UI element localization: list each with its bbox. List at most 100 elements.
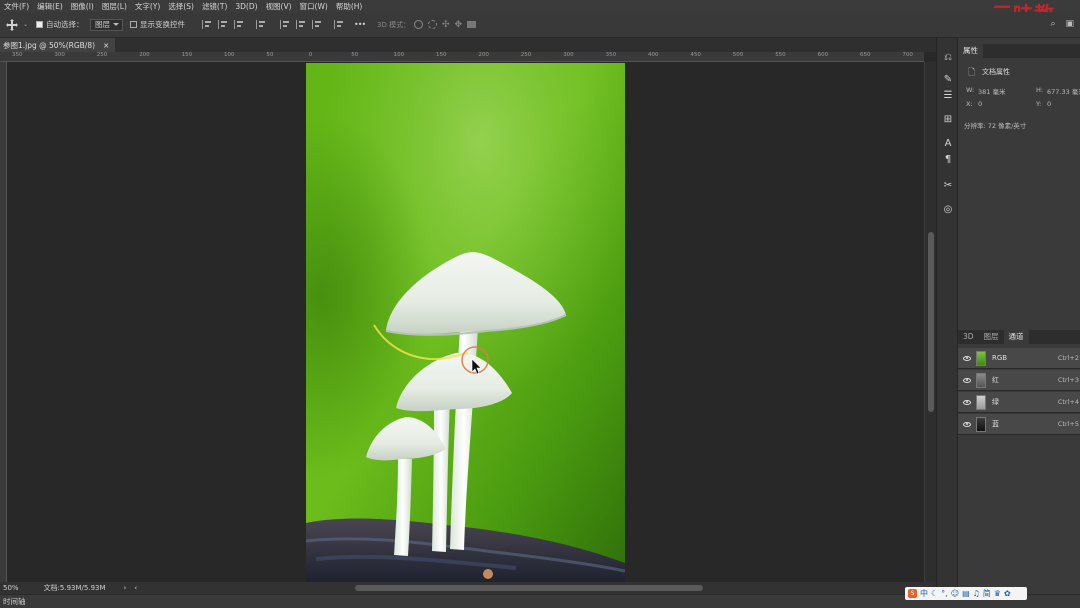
tab-channels[interactable]: 通道 (1003, 330, 1029, 344)
ruler-tick-label: 200 (478, 52, 489, 58)
ruler-tick-label: 600 (817, 52, 829, 58)
ruler-tick-label: 550 (775, 52, 786, 58)
width-value[interactable]: 381 毫米 (978, 86, 1005, 96)
visibility-eye-icon[interactable] (963, 355, 971, 361)
document-image[interactable] (306, 63, 625, 582)
clone-source-icon[interactable]: ⊞ (942, 114, 954, 126)
3d-pan-icon[interactable]: ✣ (442, 20, 450, 30)
channel-shortcut: Ctrl+2 (1057, 354, 1079, 362)
more-options-button[interactable]: ••• (354, 18, 366, 31)
tab-properties[interactable]: 属性 (958, 44, 983, 58)
brush-icon[interactable]: ✎ (942, 74, 954, 86)
workspace-icon[interactable]: ▣ (1065, 19, 1074, 29)
adjustments-icon[interactable]: ☰ (942, 90, 954, 102)
channel-row-red[interactable]: 红 Ctrl+3 (958, 370, 1080, 391)
scroll-left-icon[interactable]: ‹ (134, 584, 137, 592)
distribute-h-icon[interactable] (256, 20, 266, 29)
menu-window[interactable]: 窗口(W) (296, 1, 332, 12)
channel-row-green[interactable]: 绿 Ctrl+4 (958, 392, 1080, 413)
history-icon[interactable]: ⎌ (942, 52, 954, 64)
document-tab-title: 参图1.jpg @ 50%(RGB/8) (3, 40, 96, 50)
x-value[interactable]: 0 (978, 100, 982, 108)
close-tab-icon[interactable]: × (103, 41, 109, 50)
tools-icon[interactable]: ✂ (942, 180, 954, 192)
menu-file[interactable]: 文件(F) (0, 1, 33, 12)
align-right-icon[interactable] (234, 20, 244, 29)
height-value[interactable]: 677.33 毫米 (1047, 86, 1080, 96)
ime-skin-icon[interactable]: ♛ (994, 589, 1001, 598)
vertical-scrollbar[interactable] (924, 62, 936, 582)
3d-roll-icon[interactable] (428, 20, 437, 29)
menu-filter[interactable]: 滤镜(T) (198, 1, 231, 12)
menu-help[interactable]: 帮助(H) (332, 1, 367, 12)
menu-layer[interactable]: 图层(L) (98, 1, 131, 12)
tab-3d[interactable]: 3D (958, 330, 979, 344)
ime-mode[interactable]: 中 (920, 588, 928, 599)
align-left-icon[interactable] (202, 20, 212, 29)
panel-icon-strip: ⎌ ✎ ☰ ⊞ A ¶ ✂ ◎ (936, 38, 958, 594)
document-tab[interactable]: 参图1.jpg @ 50%(RGB/8) × (0, 38, 116, 52)
3d-panel-icon[interactable]: ◎ (942, 204, 954, 216)
visibility-eye-icon[interactable] (963, 421, 971, 427)
menu-view[interactable]: 视图(V) (262, 1, 296, 12)
auto-select-dropdown[interactable]: 图层 (90, 18, 123, 31)
show-transform-toggle[interactable]: 显示变换控件 (130, 18, 185, 31)
ruler-tick-label: 300 (54, 52, 65, 58)
ime-moon-icon[interactable]: ☾ (931, 589, 938, 598)
ime-smile-icon[interactable]: ☺ (951, 589, 959, 598)
show-transform-checkbox[interactable] (130, 21, 137, 28)
visibility-eye-icon[interactable] (963, 377, 971, 383)
zoom-level[interactable]: 50% (3, 584, 19, 592)
move-tool-icon[interactable]: ⌄ (6, 18, 28, 31)
menu-image[interactable]: 图像(I) (67, 1, 98, 12)
ime-voice-icon[interactable]: ♫ (973, 589, 980, 598)
align-vcenter-icon[interactable] (296, 20, 306, 29)
3d-camera-icon[interactable] (467, 21, 477, 28)
align-bottom-icon[interactable] (312, 20, 322, 29)
ruler-tick-label: 50 (351, 52, 359, 58)
character-icon[interactable]: A (942, 138, 954, 150)
menu-3d[interactable]: 3D(D) (231, 2, 261, 11)
ruler-tick-label: 100 (224, 52, 235, 58)
channel-shortcut: Ctrl+4 (1057, 398, 1079, 406)
visibility-eye-icon[interactable] (963, 399, 971, 405)
3d-slide-icon[interactable]: ✥ (455, 20, 463, 30)
ime-toolbar[interactable]: S 中 ☾ °, ☺ ▤ ♫ 简 ♛ ✿ (905, 587, 1027, 600)
3d-mode-tools: ✣ ✥ (414, 18, 477, 31)
horizontal-scroll-thumb[interactable] (355, 585, 703, 591)
distribute-v-icon[interactable] (334, 20, 344, 29)
ruler-tick-label: 350 (605, 52, 617, 58)
menu-select[interactable]: 选择(S) (164, 1, 198, 12)
auto-select-checkbox[interactable] (36, 21, 43, 28)
3d-orbit-icon[interactable] (414, 20, 423, 29)
status-arrow-icon[interactable]: › (124, 584, 127, 592)
channel-name: 红 (992, 376, 999, 384)
resolution-text: 分辨率: 72 像素/英寸 (964, 122, 1027, 130)
channel-name: 绿 (992, 398, 999, 406)
menu-type[interactable]: 文字(Y) (131, 1, 164, 12)
ime-settings-icon[interactable]: ✿ (1004, 589, 1011, 598)
vertical-ruler (0, 62, 7, 582)
ruler-tick-label: 150 (181, 52, 193, 58)
align-hcenter-icon[interactable] (218, 20, 228, 29)
tab-layers[interactable]: 图层 (979, 330, 1004, 344)
channels-empty-area (958, 436, 1080, 594)
channel-row-blue[interactable]: 蓝 Ctrl+5 (958, 414, 1080, 435)
ruler-tick-label: 400 (648, 52, 659, 58)
align-top-icon[interactable] (280, 20, 290, 29)
paragraph-icon[interactable]: ¶ (942, 154, 954, 166)
ime-keyboard-icon[interactable]: ▤ (962, 589, 970, 598)
vertical-scroll-thumb[interactable] (928, 232, 934, 412)
status-bar: 50% 文档:5.93M/5.93M › ‹ (0, 582, 936, 594)
ime-punct-icon[interactable]: °, (941, 589, 948, 598)
auto-select-toggle[interactable]: 自动选择： (36, 18, 84, 31)
auto-select-value[interactable]: 图层 (90, 18, 123, 31)
menu-edit[interactable]: 编辑(E) (33, 1, 67, 12)
ruler-tick-label: 350 (12, 52, 23, 58)
search-icon[interactable]: ⌕ (1050, 19, 1055, 29)
ruler-tick-label: 250 (520, 52, 532, 58)
y-value[interactable]: 0 (1047, 100, 1051, 108)
channel-row-rgb[interactable]: RGB Ctrl+2 (958, 348, 1080, 369)
options-bar: ⌄ 自动选择： 图层 显示变换控件 ••• 3D 模式： ✣ ✥ (0, 12, 1080, 38)
ime-simplified[interactable]: 简 (983, 588, 991, 599)
